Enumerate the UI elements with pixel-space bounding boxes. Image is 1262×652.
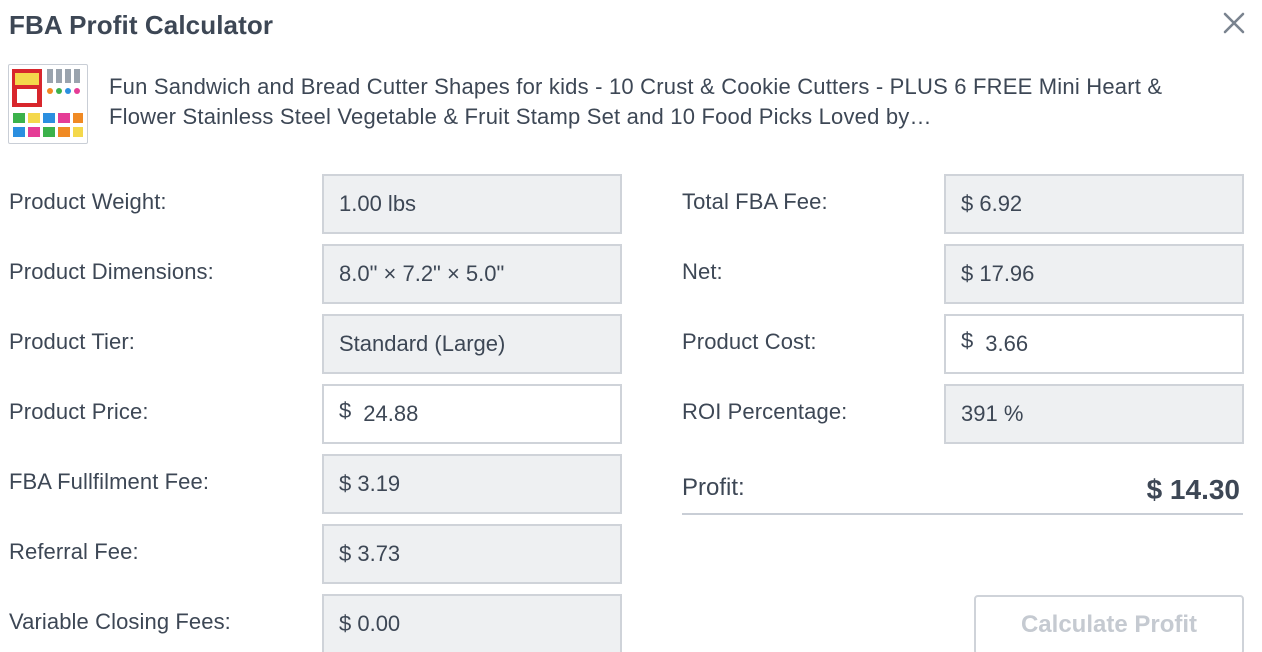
net-value: $ 17.96 <box>961 261 1035 286</box>
close-icon[interactable] <box>1219 8 1249 38</box>
variable-closing-fees-value: $ 0.00 <box>339 611 401 636</box>
product-title: Fun Sandwich and Bread Cutter Shapes for… <box>109 74 1163 129</box>
label-referral-fee: Referral Fee: <box>9 539 139 564</box>
label-product-cost: Product Cost: <box>682 329 817 354</box>
roi-percentage-value: 391 % <box>961 401 1024 426</box>
calculate-profit-button[interactable]: Calculate Profit <box>974 595 1244 652</box>
product-dimensions-value: 8.0" × 7.2" × 5.0" <box>339 261 505 286</box>
profit-divider <box>682 513 1243 515</box>
product-thumbnail <box>8 64 88 144</box>
label-net: Net: <box>682 259 723 284</box>
product-dimensions-field: 8.0" × 7.2" × 5.0" <box>322 244 622 304</box>
label-product-price: Product Price: <box>9 399 149 424</box>
product-weight-value: 1.00 lbs <box>339 191 417 216</box>
total-fba-fee-field: $ 6.92 <box>944 174 1244 234</box>
product-price-input[interactable] <box>363 401 604 427</box>
label-product-weight: Product Weight: <box>9 189 167 214</box>
label-total-fba-fee: Total FBA Fee: <box>682 189 828 214</box>
roi-percentage-field: 391 % <box>944 384 1244 444</box>
label-roi-percentage: ROI Percentage: <box>682 399 848 424</box>
product-price-field[interactable]: $ <box>322 384 622 444</box>
product-cost-field[interactable]: $ <box>944 314 1244 374</box>
product-summary: Fun Sandwich and Bread Cutter Shapes for… <box>8 64 1248 146</box>
product-price-currency: $ <box>339 398 352 423</box>
product-tier-field: Standard (Large) <box>322 314 622 374</box>
fba-fulfilment-fee-field: $ 3.19 <box>322 454 622 514</box>
product-tier-value: Standard (Large) <box>339 331 506 356</box>
label-variable-closing-fees: Variable Closing Fees: <box>9 609 231 634</box>
fba-fulfilment-fee-value: $ 3.19 <box>339 471 401 496</box>
variable-closing-fees-field: $ 0.00 <box>322 594 622 652</box>
profit-value: $ 14.30 <box>1146 474 1240 505</box>
product-cost-currency: $ <box>961 328 974 353</box>
profit-label: Profit: <box>682 474 745 501</box>
label-product-dimensions: Product Dimensions: <box>9 259 214 284</box>
net-field: $ 17.96 <box>944 244 1244 304</box>
product-weight-field: 1.00 lbs <box>322 174 622 234</box>
product-cost-input[interactable] <box>985 331 1226 357</box>
total-fba-fee-value: $ 6.92 <box>961 191 1023 216</box>
referral-fee-field: $ 3.73 <box>322 524 622 584</box>
label-product-tier: Product Tier: <box>9 329 136 354</box>
referral-fee-value: $ 3.73 <box>339 541 401 566</box>
label-fba-fulfilment-fee: FBA Fullfilment Fee: <box>9 469 210 494</box>
dialog-title: FBA Profit Calculator <box>9 10 274 40</box>
